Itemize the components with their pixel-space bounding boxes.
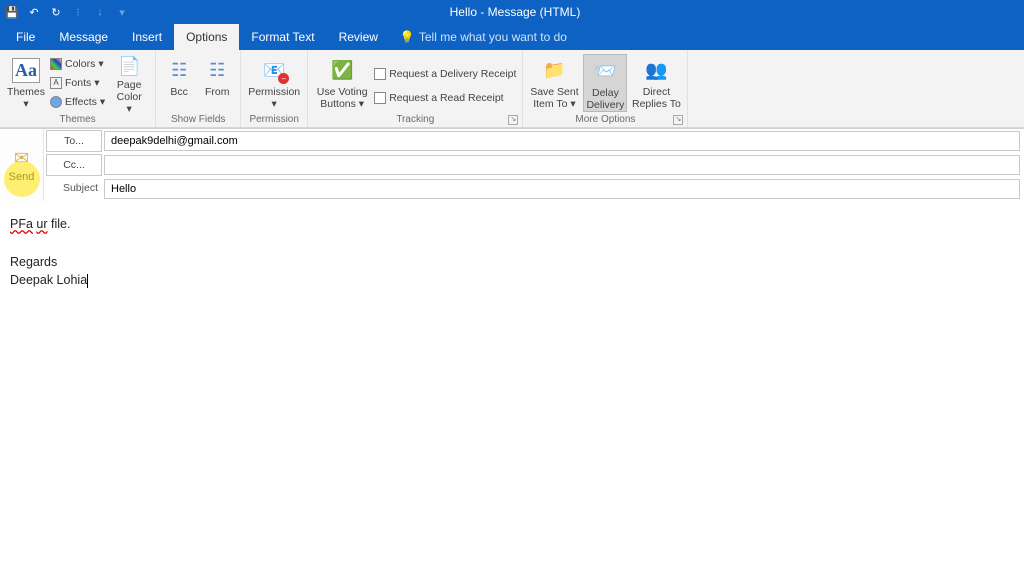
save-icon[interactable]: 💾 xyxy=(4,4,20,20)
field-inputs xyxy=(104,129,1024,201)
field-labels: To... Cc... Subject xyxy=(44,129,104,201)
themes-label: Themes xyxy=(7,86,45,98)
page-color-icon: 📄 xyxy=(115,56,143,77)
themes-options: Colors ▾ AFonts ▾ Effects ▾ xyxy=(50,55,105,111)
from-button[interactable]: ☷ From xyxy=(200,54,234,112)
bcc-label: Bcc xyxy=(170,86,188,98)
themes-icon: Aa xyxy=(12,56,40,84)
group-themes-label: Themes xyxy=(60,114,96,125)
cc-field[interactable] xyxy=(104,155,1020,175)
voting-label: Use Voting Buttons xyxy=(317,86,368,110)
page-color-label: Page Color xyxy=(117,79,142,103)
group-show-fields-label: Show Fields xyxy=(171,114,225,125)
fonts-icon: A xyxy=(50,77,62,89)
colors-icon xyxy=(50,58,62,70)
body-word-3: file. xyxy=(48,217,71,231)
fonts-button[interactable]: AFonts ▾ xyxy=(50,74,105,92)
group-show-fields: ☷ Bcc ☷ From Show Fields xyxy=(156,50,241,127)
send-label: Send xyxy=(9,171,35,183)
body-signature: Deepak Lohia xyxy=(10,273,87,287)
group-more-options-label: More Options xyxy=(575,114,635,125)
text-cursor xyxy=(87,274,88,288)
subject-label: Subject xyxy=(44,177,104,199)
send-button[interactable]: ✉ Send xyxy=(0,129,44,201)
qat-item-1-icon[interactable]: ⁝ xyxy=(70,4,86,20)
window-title: Hello - Message (HTML) xyxy=(130,5,900,19)
body-word-1: PFa xyxy=(10,217,33,231)
qat-item-2-icon[interactable]: ↓ xyxy=(92,4,108,20)
checkbox-icon xyxy=(374,92,386,104)
tab-file[interactable]: File xyxy=(4,24,47,50)
save-sent-button[interactable]: 📁 Save Sent Item To ▾ xyxy=(529,54,579,112)
lightbulb-icon: 💡 xyxy=(400,30,415,44)
checkbox-icon xyxy=(374,68,386,80)
body-word-2: ur xyxy=(36,217,47,231)
bcc-button[interactable]: ☷ Bcc xyxy=(162,54,196,112)
delay-delivery-label: Delay Delivery xyxy=(584,87,626,111)
undo-icon[interactable]: ↶ xyxy=(26,4,42,20)
tab-format-text[interactable]: Format Text xyxy=(239,24,326,50)
ribbon: Aa Themes▾ Colors ▾ AFonts ▾ Effects ▾ 📄… xyxy=(0,50,1024,128)
body-regards: Regards xyxy=(10,253,1014,272)
redo-icon[interactable]: ↻ xyxy=(48,4,64,20)
tab-message[interactable]: Message xyxy=(47,24,120,50)
read-receipt-label: Request a Read Receipt xyxy=(389,92,503,104)
effects-icon xyxy=(50,96,62,108)
tab-review[interactable]: Review xyxy=(327,24,390,50)
delivery-receipt-check[interactable]: Request a Delivery Receipt xyxy=(374,65,516,83)
voting-button[interactable]: ✅ Use Voting Buttons ▾ xyxy=(314,54,370,112)
subject-field[interactable] xyxy=(104,179,1020,199)
from-label: From xyxy=(205,86,230,98)
bcc-icon: ☷ xyxy=(165,56,193,84)
tracking-dialog-launcher-icon[interactable]: ↘ xyxy=(508,115,518,125)
direct-replies-button[interactable]: 👥 Direct Replies To xyxy=(631,54,681,112)
envelope-icon: ✉ xyxy=(14,148,29,169)
cc-button[interactable]: Cc... xyxy=(46,154,102,176)
group-themes: Aa Themes▾ Colors ▾ AFonts ▾ Effects ▾ 📄… xyxy=(0,50,156,127)
qat-customize-icon[interactable]: ▾ xyxy=(114,4,130,20)
to-field[interactable] xyxy=(104,131,1020,151)
save-sent-icon: 📁 xyxy=(540,56,568,84)
title-bar: 💾 ↶ ↻ ⁝ ↓ ▾ Hello - Message (HTML) xyxy=(0,0,1024,24)
tell-me-text: Tell me what you want to do xyxy=(419,30,567,44)
effects-label: Effects xyxy=(65,96,97,108)
colors-label: Colors xyxy=(65,58,95,70)
voting-icon: ✅ xyxy=(328,56,356,84)
page-color-button[interactable]: 📄 Page Color▾ xyxy=(109,54,149,112)
tell-me-search[interactable]: 💡 Tell me what you want to do xyxy=(390,24,567,50)
delay-delivery-icon: 📨 xyxy=(591,57,619,85)
from-icon: ☷ xyxy=(203,56,231,84)
fonts-label: Fonts xyxy=(65,77,91,89)
more-options-dialog-launcher-icon[interactable]: ↘ xyxy=(673,115,683,125)
to-button[interactable]: To... xyxy=(46,130,102,152)
direct-replies-label: Direct Replies To xyxy=(631,86,681,110)
delivery-receipt-label: Request a Delivery Receipt xyxy=(389,68,516,80)
permission-label: Permission xyxy=(248,86,300,98)
ribbon-tabs: File Message Insert Options Format Text … xyxy=(0,24,1024,50)
tab-insert[interactable]: Insert xyxy=(120,24,174,50)
tab-options[interactable]: Options xyxy=(174,24,239,50)
group-permission-label: Permission xyxy=(249,114,298,125)
direct-replies-icon: 👥 xyxy=(642,56,670,84)
group-more-options: 📁 Save Sent Item To ▾ 📨 Delay Delivery 👥… xyxy=(523,50,688,127)
group-tracking-label: Tracking xyxy=(396,114,434,125)
read-receipt-check[interactable]: Request a Read Receipt xyxy=(374,89,516,107)
message-body[interactable]: PFa ur file. Regards Deepak Lohia xyxy=(0,201,1024,304)
delay-delivery-button[interactable]: 📨 Delay Delivery xyxy=(583,54,627,112)
themes-button[interactable]: Aa Themes▾ xyxy=(6,54,46,112)
colors-button[interactable]: Colors ▾ xyxy=(50,55,105,73)
compose-header: ✉ Send To... Cc... Subject xyxy=(0,128,1024,201)
quick-access-toolbar: 💾 ↶ ↻ ⁝ ↓ ▾ xyxy=(4,4,130,20)
save-sent-label: Save Sent Item To xyxy=(530,86,578,110)
tracking-checks: Request a Delivery Receipt Request a Rea… xyxy=(374,59,516,107)
group-tracking: ✅ Use Voting Buttons ▾ Request a Deliver… xyxy=(308,50,523,127)
permission-button[interactable]: 📧– Permission▾ xyxy=(247,54,301,112)
group-permission: 📧– Permission▾ Permission xyxy=(241,50,308,127)
effects-button[interactable]: Effects ▾ xyxy=(50,93,105,111)
permission-icon: 📧– xyxy=(260,56,288,84)
